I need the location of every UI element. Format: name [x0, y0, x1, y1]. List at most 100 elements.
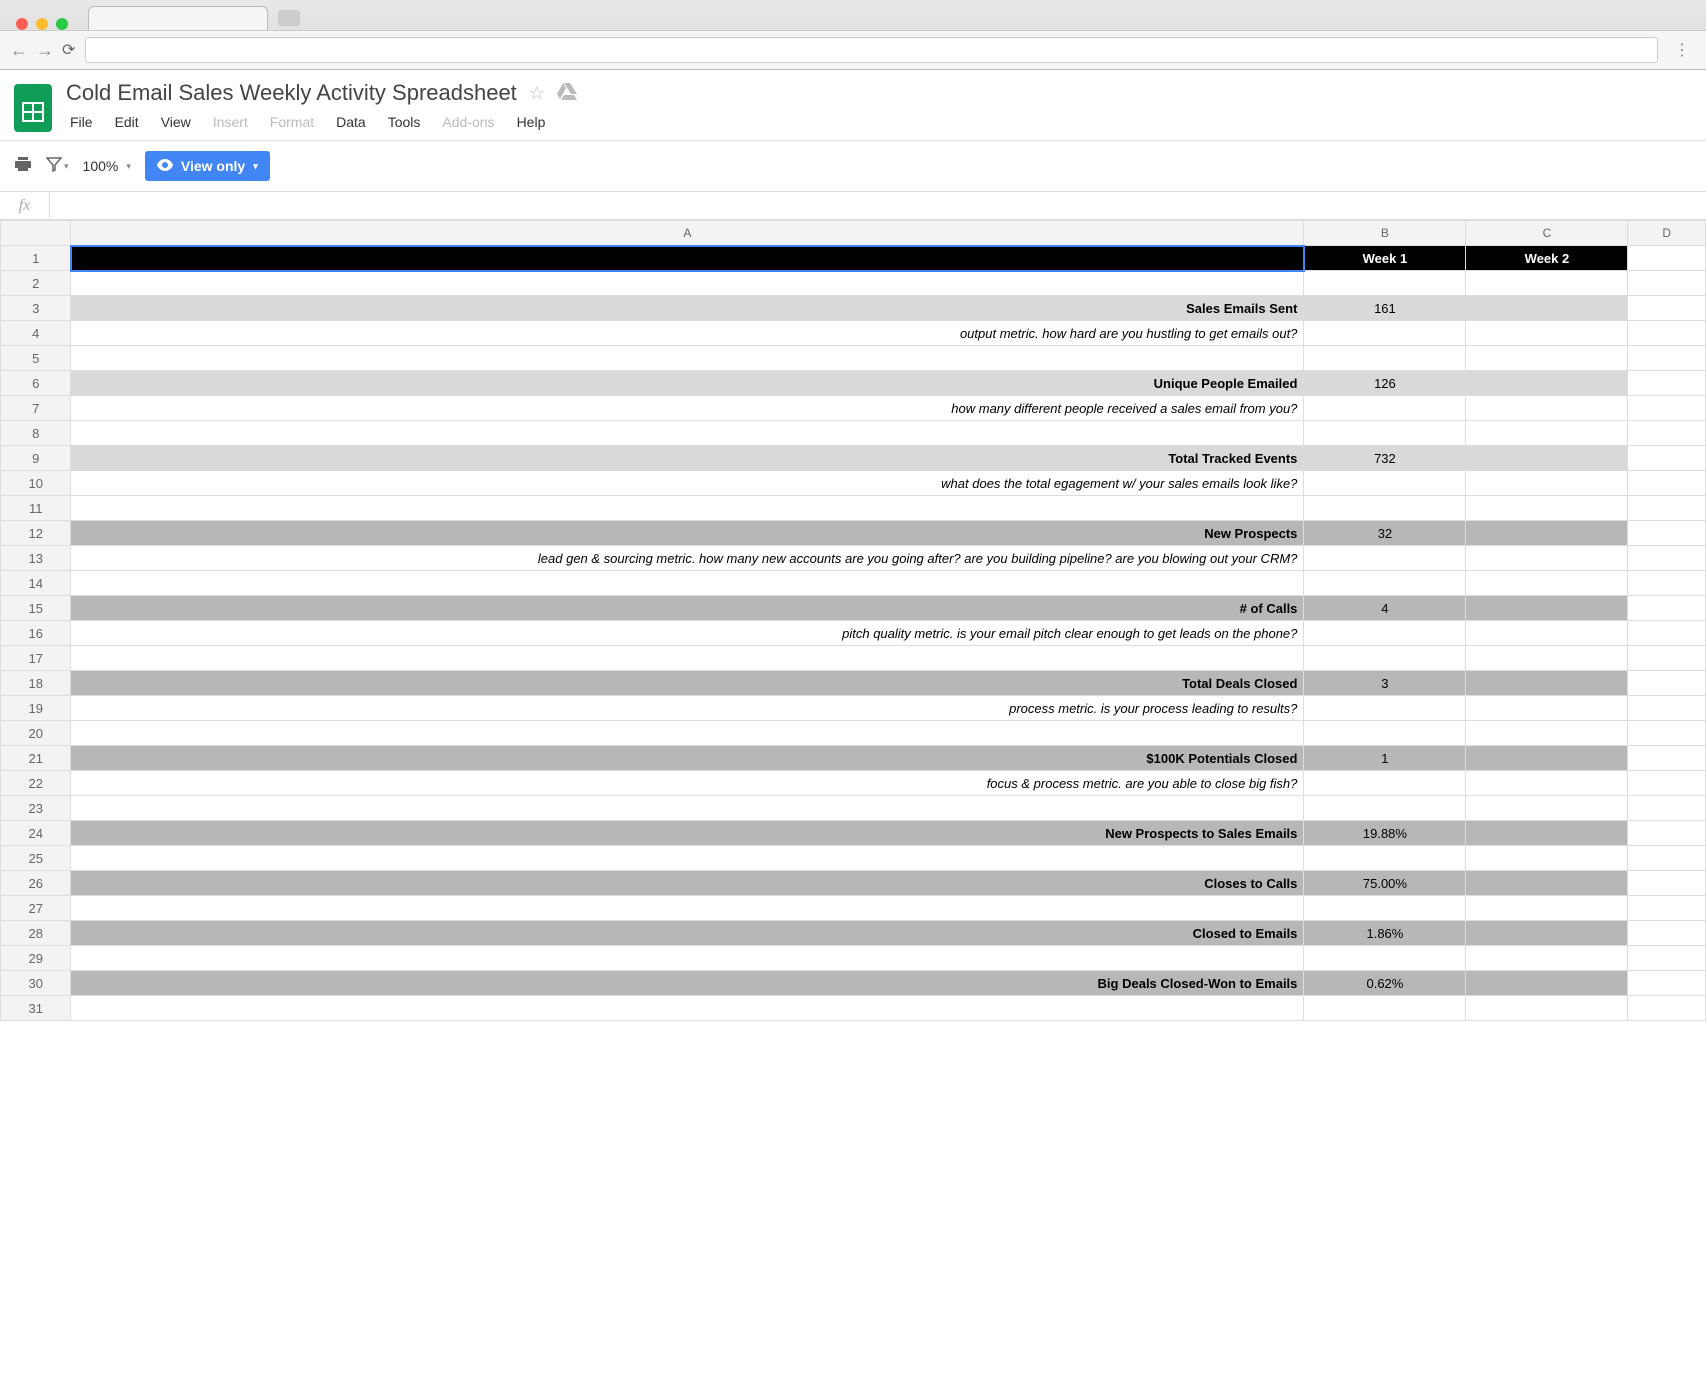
row-header[interactable]: 13	[1, 546, 71, 571]
cell[interactable]	[1304, 421, 1466, 446]
cell[interactable]	[1466, 721, 1628, 746]
metric-label-cell[interactable]: Closes to Calls	[71, 871, 1304, 896]
row-header[interactable]: 18	[1, 671, 71, 696]
cell[interactable]	[1628, 746, 1706, 771]
cell[interactable]	[1304, 846, 1466, 871]
cell[interactable]	[1628, 871, 1706, 896]
metric-label-cell[interactable]: Unique People Emailed	[71, 371, 1304, 396]
cell[interactable]	[1304, 496, 1466, 521]
metric-label-cell[interactable]: # of Calls	[71, 596, 1304, 621]
row-header[interactable]: 28	[1, 921, 71, 946]
forward-button[interactable]: →	[36, 40, 52, 61]
cell[interactable]	[1466, 846, 1628, 871]
cell[interactable]	[1466, 521, 1628, 546]
cell[interactable]	[71, 996, 1304, 1021]
row-header[interactable]: 22	[1, 771, 71, 796]
filter-dropdown[interactable]: ▾	[46, 156, 69, 177]
cell[interactable]	[1628, 321, 1706, 346]
cell[interactable]	[1304, 721, 1466, 746]
metric-label-cell[interactable]: Big Deals Closed-Won to Emails	[71, 971, 1304, 996]
cell[interactable]	[1304, 571, 1466, 596]
row-header[interactable]: 21	[1, 746, 71, 771]
metric-description-cell[interactable]: lead gen & sourcing metric. how many new…	[71, 546, 1304, 571]
metric-description-cell[interactable]: process metric. is your process leading …	[71, 696, 1304, 721]
cell[interactable]	[71, 846, 1304, 871]
cell[interactable]	[1628, 346, 1706, 371]
cell[interactable]	[1628, 621, 1706, 646]
cell[interactable]	[1466, 546, 1628, 571]
cell[interactable]	[1466, 646, 1628, 671]
row-header[interactable]: 19	[1, 696, 71, 721]
cell[interactable]	[1466, 946, 1628, 971]
metric-description-cell[interactable]: focus & process metric. are you able to …	[71, 771, 1304, 796]
cell[interactable]	[1466, 771, 1628, 796]
cell[interactable]	[1628, 296, 1706, 321]
metric-value-cell[interactable]: 1	[1304, 746, 1466, 771]
cell[interactable]	[1466, 321, 1628, 346]
cell[interactable]	[1628, 946, 1706, 971]
row-header[interactable]: 12	[1, 521, 71, 546]
cell[interactable]	[1304, 646, 1466, 671]
cell[interactable]	[1628, 446, 1706, 471]
zoom-dropdown[interactable]: 100% ▾	[83, 158, 131, 174]
row-header[interactable]: 14	[1, 571, 71, 596]
row-header[interactable]: 26	[1, 871, 71, 896]
cell[interactable]	[1304, 996, 1466, 1021]
cell[interactable]	[1628, 821, 1706, 846]
row-header[interactable]: 8	[1, 421, 71, 446]
metric-value-cell[interactable]: 75.00%	[1304, 871, 1466, 896]
row-header[interactable]: 9	[1, 446, 71, 471]
metric-description-cell[interactable]: how many different people received a sal…	[71, 396, 1304, 421]
cell-a1[interactable]	[71, 246, 1304, 271]
metric-value-cell[interactable]: 19.88%	[1304, 821, 1466, 846]
cell[interactable]	[1628, 521, 1706, 546]
metric-value-cell[interactable]: 32	[1304, 521, 1466, 546]
cell[interactable]	[1628, 596, 1706, 621]
cell[interactable]	[1466, 871, 1628, 896]
cell[interactable]	[1304, 896, 1466, 921]
cell[interactable]	[1304, 796, 1466, 821]
cell[interactable]	[1466, 396, 1628, 421]
cell[interactable]	[1628, 396, 1706, 421]
metric-value-cell[interactable]: 161	[1304, 296, 1466, 321]
row-header[interactable]: 15	[1, 596, 71, 621]
metric-label-cell[interactable]: Closed to Emails	[71, 921, 1304, 946]
cell[interactable]	[1466, 571, 1628, 596]
metric-label-cell[interactable]: New Prospects to Sales Emails	[71, 821, 1304, 846]
new-tab-button[interactable]	[278, 10, 300, 26]
cell[interactable]	[1304, 771, 1466, 796]
menu-view[interactable]: View	[161, 114, 191, 130]
row-header[interactable]: 7	[1, 396, 71, 421]
move-to-drive-icon[interactable]	[557, 82, 577, 105]
url-input[interactable]	[85, 37, 1658, 63]
cell[interactable]	[1628, 571, 1706, 596]
column-header-c[interactable]: C	[1466, 221, 1628, 246]
cell[interactable]	[71, 721, 1304, 746]
cell[interactable]	[1304, 696, 1466, 721]
cell[interactable]	[1628, 771, 1706, 796]
menu-tools[interactable]: Tools	[388, 114, 421, 130]
star-icon[interactable]: ☆	[529, 83, 545, 104]
cell[interactable]	[1466, 621, 1628, 646]
cell[interactable]	[1466, 371, 1628, 396]
cell[interactable]	[1628, 471, 1706, 496]
column-header-a[interactable]: A	[71, 221, 1304, 246]
row-header[interactable]: 29	[1, 946, 71, 971]
cell[interactable]	[1628, 971, 1706, 996]
cell[interactable]	[1628, 921, 1706, 946]
browser-tab[interactable]	[88, 6, 268, 30]
cell[interactable]	[1304, 946, 1466, 971]
spreadsheet-area[interactable]: A B C D 1 Week 1 Week 2 2 3Sales Emails …	[0, 220, 1706, 1394]
select-all-corner[interactable]	[1, 221, 71, 246]
row-header[interactable]: 20	[1, 721, 71, 746]
row-header[interactable]: 27	[1, 896, 71, 921]
cell[interactable]	[1466, 296, 1628, 321]
browser-menu-button[interactable]: ⋮	[1668, 40, 1696, 60]
cell[interactable]	[1466, 346, 1628, 371]
row-header[interactable]: 11	[1, 496, 71, 521]
row-header[interactable]: 24	[1, 821, 71, 846]
cell[interactable]	[1466, 421, 1628, 446]
row-header[interactable]: 1	[1, 246, 71, 271]
row-header[interactable]: 23	[1, 796, 71, 821]
row-header[interactable]: 16	[1, 621, 71, 646]
